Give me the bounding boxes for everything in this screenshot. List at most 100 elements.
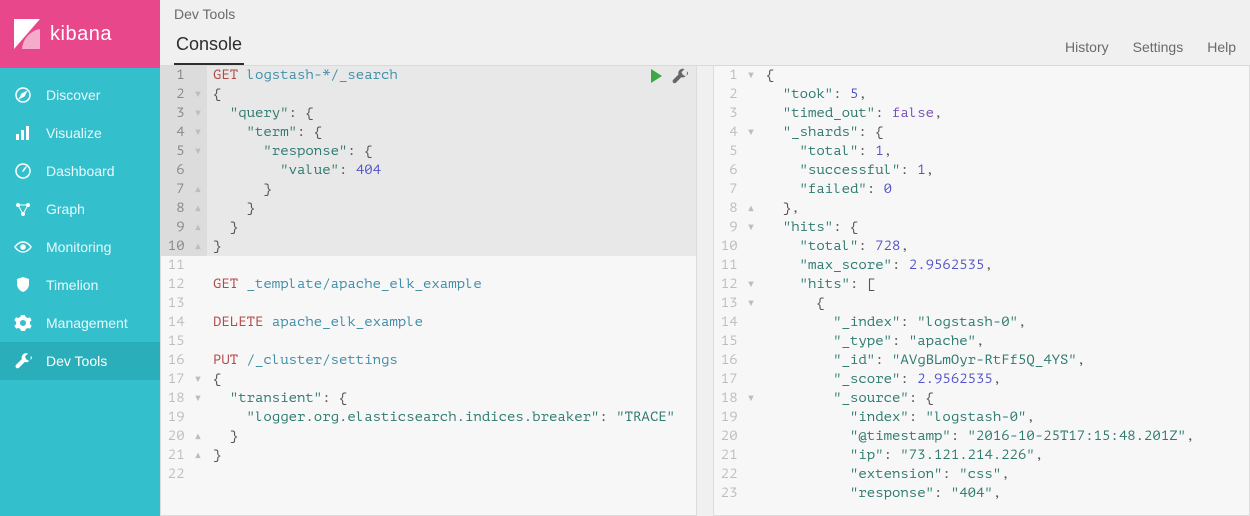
code-line[interactable]: 3 "timed_out": false, [714, 104, 1249, 123]
code-content: "max_score": 2.9562535, [760, 256, 1249, 275]
code-content: "value": 404 [207, 161, 696, 180]
code-line[interactable]: 8 ▴ } [161, 199, 696, 218]
code-line[interactable]: 12 GET _template/apache_elk_example [161, 275, 696, 294]
help-link[interactable]: Help [1207, 39, 1236, 55]
code-content: "_id": "AVgBLmOyr-RtFf5Q_4YS", [760, 351, 1249, 370]
sidebar-item-visualize[interactable]: Visualize [0, 114, 160, 152]
code-line[interactable]: 20 "@timestamp": "2016-10-25T17:15:48.20… [714, 427, 1249, 446]
request-options-button[interactable] [672, 68, 688, 84]
brand[interactable]: kibana [0, 0, 160, 68]
code-line[interactable]: 4 ▾ "_shards": { [714, 123, 1249, 142]
sidebar-item-label: Visualize [46, 125, 102, 141]
code-line[interactable]: 19 "logger.org.elasticsearch.indices.bre… [161, 408, 696, 427]
line-number: 11 [161, 256, 207, 275]
code-content: GET _template/apache_elk_example [207, 275, 696, 294]
code-line[interactable]: 20 ▴ } [161, 427, 696, 446]
code-line[interactable]: 22 "extension": "css", [714, 465, 1249, 484]
code-line[interactable]: 13 ▾ { [714, 294, 1249, 313]
code-line[interactable]: 8 ▴ }, [714, 199, 1249, 218]
line-number: 19 [161, 408, 207, 427]
code-line[interactable]: 1 ▾{ [714, 66, 1249, 85]
code-line[interactable]: 2 ▾{ [161, 85, 696, 104]
code-line[interactable]: 17 "_score": 2.9562535, [714, 370, 1249, 389]
sidebar-item-dashboard[interactable]: Dashboard [0, 152, 160, 190]
bar-chart-icon [14, 124, 32, 142]
code-line[interactable]: 23 "response": "404", [714, 484, 1249, 503]
tab-console[interactable]: Console [174, 28, 244, 65]
sidebar-item-label: Discover [46, 87, 100, 103]
code-line[interactable]: 12 ▾ "hits": [ [714, 275, 1249, 294]
history-link[interactable]: History [1065, 39, 1109, 55]
code-line[interactable]: 14 DELETE apache_elk_example [161, 313, 696, 332]
graph-icon [14, 200, 32, 218]
code-line[interactable]: 16 PUT /_cluster/settings [161, 351, 696, 370]
line-number: 13 [161, 294, 207, 313]
code-line[interactable]: 6 "successful": 1, [714, 161, 1249, 180]
gear-icon [14, 314, 32, 332]
code-content: } [207, 446, 696, 465]
eye-icon [14, 238, 32, 256]
code-line[interactable]: 19 "index": "logstash-0", [714, 408, 1249, 427]
code-line[interactable]: 9 ▾ "hits": { [714, 218, 1249, 237]
code-line[interactable]: 15 "_type": "apache", [714, 332, 1249, 351]
line-number: 1 ▾ [714, 66, 760, 85]
sidebar-item-label: Graph [46, 201, 85, 217]
code-line[interactable]: 15 [161, 332, 696, 351]
code-line[interactable]: 1 GET logstash-*/_search [161, 66, 696, 85]
sidebar-item-graph[interactable]: Graph [0, 190, 160, 228]
code-line[interactable]: 14 "_index": "logstash-0", [714, 313, 1249, 332]
code-line[interactable]: 7 "failed": 0 [714, 180, 1249, 199]
code-content: "query": { [207, 104, 696, 123]
code-line[interactable]: 16 "_id": "AVgBLmOyr-RtFf5Q_4YS", [714, 351, 1249, 370]
code-line[interactable]: 13 [161, 294, 696, 313]
line-number: 2 [714, 85, 760, 104]
play-icon [651, 69, 662, 83]
line-number: 14 [161, 313, 207, 332]
code-content: }, [760, 199, 1249, 218]
code-content: "index": "logstash-0", [760, 408, 1249, 427]
sidebar-item-monitoring[interactable]: Monitoring [0, 228, 160, 266]
code-line[interactable]: 17 ▾{ [161, 370, 696, 389]
line-number: 12 ▾ [714, 275, 760, 294]
run-actions [651, 68, 688, 84]
code-line[interactable]: 18 ▾ "transient": { [161, 389, 696, 408]
code-line[interactable]: 5 "total": 1, [714, 142, 1249, 161]
line-number: 21 [714, 446, 760, 465]
line-number: 20 ▴ [161, 427, 207, 446]
code-line[interactable]: 3 ▾ "query": { [161, 104, 696, 123]
run-query-button[interactable] [651, 69, 662, 83]
sidebar-item-dev-tools[interactable]: Dev Tools [0, 342, 160, 380]
code-line[interactable]: 18 ▾ "_source": { [714, 389, 1249, 408]
sidebar-item-timelion[interactable]: Timelion [0, 266, 160, 304]
code-content [207, 465, 696, 484]
line-number: 22 [161, 465, 207, 484]
code-line[interactable]: 9 ▴ } [161, 218, 696, 237]
code-line[interactable]: 11 "max_score": 2.9562535, [714, 256, 1249, 275]
sidebar-item-label: Monitoring [46, 239, 111, 255]
response-viewer[interactable]: 1 ▾{2 "took": 5,3 "timed_out": false,4 ▾… [713, 66, 1250, 516]
code-content: GET logstash-*/_search [207, 66, 696, 85]
code-line[interactable]: 21 "ip": "73.121.214.226", [714, 446, 1249, 465]
code-content [207, 256, 696, 275]
gauge-icon [14, 162, 32, 180]
code-line[interactable]: 11 [161, 256, 696, 275]
code-content: "@timestamp": "2016-10-25T17:15:48.201Z"… [760, 427, 1249, 446]
code-content [207, 332, 696, 351]
code-line[interactable]: 22 [161, 465, 696, 484]
sidebar-item-discover[interactable]: Discover [0, 76, 160, 114]
code-content: "total": 1, [760, 142, 1249, 161]
line-number: 17 [714, 370, 760, 389]
request-editor[interactable]: 1 GET logstash-*/_search2 ▾{3 ▾ "query":… [160, 66, 697, 516]
code-line[interactable]: 10 "total": 728, [714, 237, 1249, 256]
code-line[interactable]: 6 "value": 404 [161, 161, 696, 180]
code-line[interactable]: 7 ▴ } [161, 180, 696, 199]
settings-link[interactable]: Settings [1133, 39, 1184, 55]
code-line[interactable]: 5 ▾ "response": { [161, 142, 696, 161]
code-content: "successful": 1, [760, 161, 1249, 180]
sidebar: kibana Discover Visualize Dashboard Graph Mo… [0, 0, 160, 516]
code-line[interactable]: 2 "took": 5, [714, 85, 1249, 104]
sidebar-item-management[interactable]: Management [0, 304, 160, 342]
code-line[interactable]: 10 ▴} [161, 237, 696, 256]
code-line[interactable]: 4 ▾ "term": { [161, 123, 696, 142]
code-line[interactable]: 21 ▴} [161, 446, 696, 465]
